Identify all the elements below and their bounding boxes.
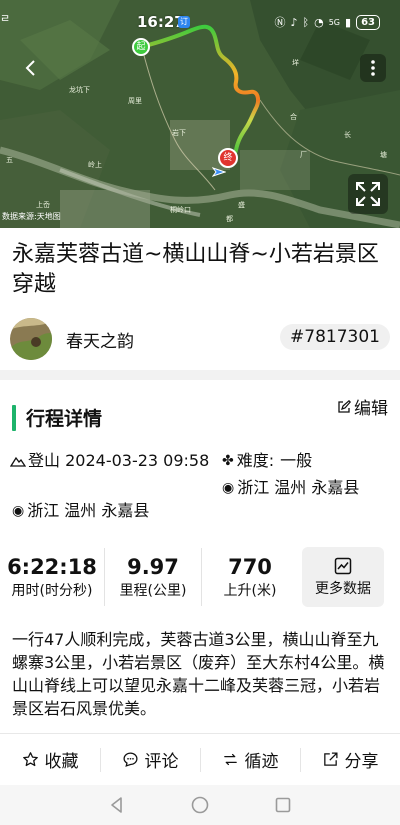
place-label: 塘 xyxy=(380,151,387,159)
expand-icon xyxy=(356,182,380,206)
place-label: 长 xyxy=(344,131,351,139)
comment-button[interactable]: 评论 xyxy=(100,734,200,785)
more-data-button[interactable]: 更多数据 xyxy=(302,547,384,607)
back-button[interactable] xyxy=(18,54,42,82)
location-pin-icon: ◉ xyxy=(12,503,25,519)
route-end-marker[interactable]: 终 xyxy=(218,148,238,168)
chart-icon xyxy=(334,557,352,574)
comment-icon xyxy=(122,752,138,767)
author-name[interactable]: 春天之韵 xyxy=(66,327,134,352)
stat-value: 770 xyxy=(228,555,272,579)
more-data-label: 更多数据 xyxy=(315,580,371,597)
share-label: 分享 xyxy=(344,752,379,772)
place-label: 桐岭口 xyxy=(170,206,191,214)
favorite-label: 收藏 xyxy=(44,752,79,772)
difficulty-info: ✤ 难度: 一般 xyxy=(222,450,312,472)
route-id-badge[interactable]: #7817301 xyxy=(280,324,390,350)
difficulty-value: 一般 xyxy=(280,451,313,470)
activity-type: 登山 xyxy=(28,451,61,470)
status-left-text: ㄹ xyxy=(0,12,11,25)
nav-back-icon[interactable] xyxy=(107,795,127,815)
accent-bar xyxy=(12,404,16,431)
place-label: 垟 xyxy=(292,59,299,67)
place-label: 厂 xyxy=(300,151,307,159)
bluetooth-icon: ᛒ xyxy=(302,15,310,29)
start-marker-label: 起 xyxy=(136,42,146,52)
share-icon xyxy=(323,752,338,766)
stat-distance: 9.97 里程(公里) xyxy=(105,553,201,601)
mute-icon: ♪ xyxy=(290,15,298,29)
edit-button[interactable]: 编辑 xyxy=(337,394,388,419)
fullscreen-button[interactable] xyxy=(348,174,388,214)
place-label: 上岙 xyxy=(36,201,50,209)
edit-icon xyxy=(338,399,351,413)
place-label: 合 xyxy=(290,113,297,121)
chevron-left-icon xyxy=(25,60,35,76)
section-title: 行程详情 xyxy=(26,408,103,430)
track-label: 循迹 xyxy=(244,752,279,772)
stat-duration: 6:22:18 用时(时分秒) xyxy=(0,553,104,601)
section-divider xyxy=(0,370,400,380)
place-label: 周里 xyxy=(128,97,142,105)
place-label: 岭上 xyxy=(88,161,102,169)
more-button[interactable] xyxy=(360,54,386,82)
puzzle-icon: ✤ xyxy=(222,453,234,469)
action-bar: 收藏 评论 循迹 分享 xyxy=(0,733,400,785)
mountain-icon xyxy=(10,456,26,467)
wifi-icon: ◔ xyxy=(314,15,324,29)
start-location: 浙江 温州 永嘉县 xyxy=(27,501,150,520)
route-start-marker[interactable]: 起 xyxy=(132,38,150,56)
stat-value: 6:22:18 xyxy=(7,555,97,579)
comment-label: 评论 xyxy=(144,752,179,772)
signal-icon: ▮ xyxy=(345,15,352,29)
end-marker-label: 终 xyxy=(223,153,233,163)
battery-indicator: 63 xyxy=(356,14,380,30)
start-location-info: ◉ 浙江 温州 永嘉县 xyxy=(12,500,149,522)
section-header: 行程详情 xyxy=(12,404,102,431)
system-nav-bar xyxy=(0,785,400,825)
status-bar: ㄹ 16:27 订 Ⓝ ♪ ᛒ ◔ 5G ▮ 63 xyxy=(0,0,400,40)
star-icon xyxy=(22,752,38,767)
activity-info: 登山 2024-03-23 09:58 xyxy=(10,450,210,472)
status-app-badge: 订 xyxy=(178,16,190,28)
route-header: 永嘉芙蓉古道~横山山脊~小若岩景区穿越 春天之韵 #7817301 xyxy=(0,228,400,370)
place-label: 都 xyxy=(226,215,233,223)
author-link[interactable]: 春天之韵 xyxy=(10,318,134,360)
location-pin-icon: ◉ xyxy=(222,480,235,496)
route-map[interactable]: 龙坑下 周里 岩下 合 垟 五 上岙 厂 塘 桐岭口 岭上 长 盛 都 起 终 … xyxy=(0,0,400,228)
avatar-image xyxy=(10,318,52,360)
status-icons: Ⓝ ♪ ᛒ ◔ 5G ▮ 63 xyxy=(274,14,380,30)
route-title: 永嘉芙蓉古道~横山山脊~小若岩景区穿越 xyxy=(12,242,379,297)
stat-label: 上升(米) xyxy=(223,583,277,599)
end-location-info: ◉ 浙江 温州 永嘉县 xyxy=(222,477,359,499)
stat-value: 9.97 xyxy=(127,555,179,579)
stat-ascent: 770 上升(米) xyxy=(202,553,298,601)
map-source-label: 数据来源:天地图 xyxy=(2,212,61,221)
nav-recents-icon[interactable] xyxy=(273,795,293,815)
stat-label: 里程(公里) xyxy=(119,583,187,599)
more-vertical-icon xyxy=(371,60,375,76)
edit-label: 编辑 xyxy=(354,399,388,419)
stat-label: 用时(时分秒) xyxy=(11,583,93,599)
share-button[interactable]: 分享 xyxy=(300,734,400,785)
nav-home-icon[interactable] xyxy=(190,795,210,815)
track-icon xyxy=(223,753,237,766)
difficulty-label: 难度: xyxy=(236,451,275,470)
place-label: 龙坑下 xyxy=(69,86,90,94)
route-detail-screen: 龙坑下 周里 岩下 合 垟 五 上岙 厂 塘 桐岭口 岭上 长 盛 都 起 终 … xyxy=(0,0,400,825)
place-label: 岩下 xyxy=(172,129,186,137)
place-label: 盛 xyxy=(238,201,245,209)
place-label: 五 xyxy=(6,156,13,164)
track-button[interactable]: 循迹 xyxy=(200,734,300,785)
end-location: 浙江 温州 永嘉县 xyxy=(237,478,360,497)
activity-date: 2024-03-23 09:58 xyxy=(65,451,210,470)
nfc-icon: Ⓝ xyxy=(274,16,286,29)
trip-details: 编辑 行程详情 登山 2024-03-23 09:58 ✤ 难度: 一般 ◉ 浙… xyxy=(0,380,400,733)
signal-5g-label: 5G xyxy=(328,17,341,27)
trip-description: 一行47人顺利完成，芙蓉古道3公里，横山山脊至九螺寨3公里，小若岩景区（废弃）至… xyxy=(12,630,385,718)
avatar[interactable] xyxy=(10,318,52,360)
favorite-button[interactable]: 收藏 xyxy=(0,734,100,785)
location-arrow-icon xyxy=(212,167,226,177)
